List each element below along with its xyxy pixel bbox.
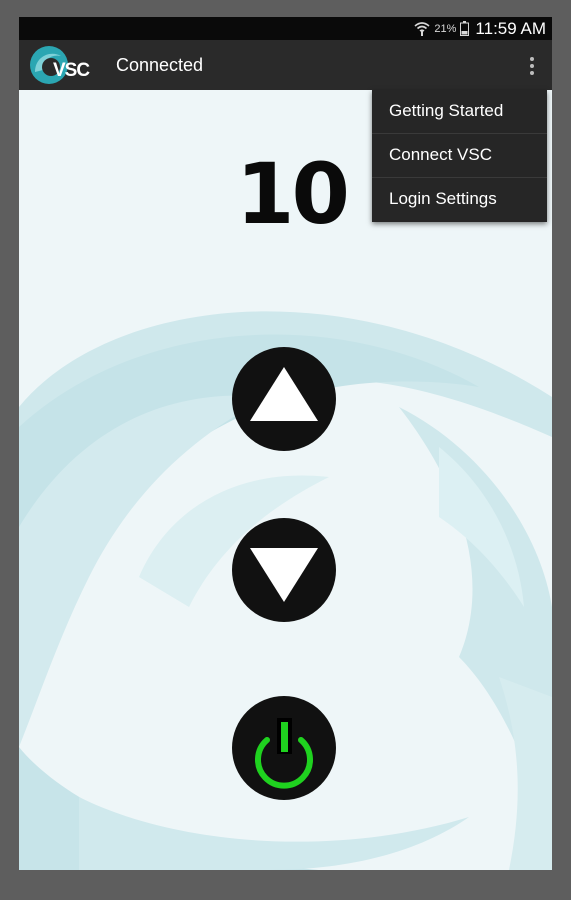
connection-status-title: Connected [116,55,204,75]
menu-item-login-settings[interactable]: Login Settings [372,178,547,222]
power-button[interactable] [232,696,336,800]
phone-screen: 21% 11:59 AM VSC Connected 10 Getting St… [19,17,552,870]
menu-item-connect-vsc[interactable]: Connect VSC [372,134,547,178]
more-vert-icon[interactable] [528,56,536,76]
app-bar: VSC Connected [19,40,552,90]
increase-button[interactable] [232,347,336,451]
status-indicators: 21% 11:59 AM [414,17,546,40]
status-bar: 21% 11:59 AM [19,17,552,40]
menu-item-getting-started[interactable]: Getting Started [372,90,547,134]
battery-icon [460,21,470,36]
triangle-up-icon [250,367,318,421]
wifi-icon [414,21,430,36]
status-time: 11:59 AM [475,18,546,38]
power-icon [255,718,313,789]
logo-text: VSC [53,60,90,81]
vsc-logo: VSC [29,44,91,86]
triangle-down-icon [250,548,318,602]
battery-percent: 21% [434,22,457,35]
decrease-button[interactable] [232,518,336,622]
overflow-menu: Getting Started Connect VSC Login Settin… [372,90,547,222]
